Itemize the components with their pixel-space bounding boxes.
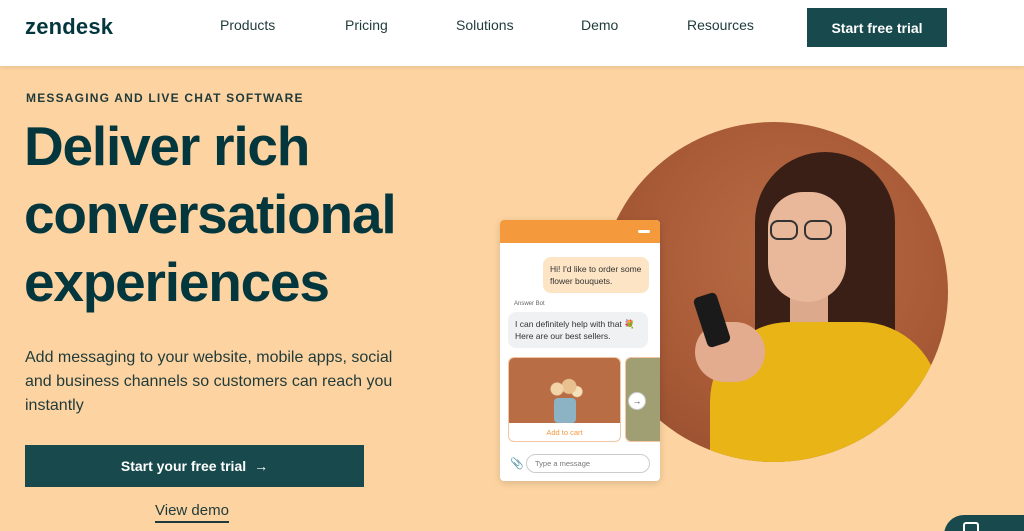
vase-image (554, 398, 576, 423)
user-message-bubble: Hi! I'd like to order some flower bouque… (543, 257, 649, 293)
bot-message-bubble: I can definitely help with that 💐 Here a… (508, 312, 648, 348)
nav-products[interactable]: Products (220, 17, 275, 33)
nav-pricing[interactable]: Pricing (345, 17, 388, 33)
arrow-right-icon: → (254, 458, 269, 474)
minimize-icon[interactable] (638, 230, 650, 233)
headline-line-2: conversational (24, 183, 397, 245)
photo-face (768, 192, 846, 302)
nav-solutions[interactable]: Solutions (456, 17, 514, 33)
zendesk-logo[interactable]: zendesk (25, 14, 113, 40)
chat-launcher-button[interactable] (944, 515, 1024, 531)
glasses-left-lens (770, 220, 798, 240)
bot-label: Answer Bot (514, 301, 545, 307)
start-your-free-trial-label: Start your free trial (120, 458, 247, 474)
chat-icon (963, 522, 979, 531)
nav-resources[interactable]: Resources (687, 17, 754, 33)
hero-subhead: Add messaging to your website, mobile ap… (25, 349, 393, 414)
carousel-next-icon[interactable]: → (628, 392, 646, 410)
headline-line-1: Deliver rich (24, 115, 310, 177)
product-card[interactable]: Add to cart (508, 357, 621, 442)
site-header: zendesk Products Pricing Solutions Demo … (0, 0, 1024, 66)
nav-demo[interactable]: Demo (581, 17, 618, 33)
product-image (509, 358, 620, 423)
hero-headline: Deliver rich conversational experiences (24, 112, 494, 316)
paperclip-icon[interactable]: 📎 (510, 457, 524, 470)
chat-widget-mockup: Hi! I'd like to order some flower bouque… (500, 220, 660, 481)
hero-eyebrow: MESSAGING AND LIVE CHAT SOFTWARE (26, 91, 304, 105)
headline-line-3: experiences (24, 251, 330, 313)
add-to-cart-button[interactable]: Add to cart (509, 423, 620, 441)
message-input[interactable]: Type a message (526, 454, 650, 473)
glasses-right-lens (804, 220, 832, 240)
view-demo-link[interactable]: View demo (155, 502, 229, 523)
start-your-free-trial-button[interactable]: Start your free trial → (25, 445, 364, 487)
start-free-trial-button[interactable]: Start free trial (807, 8, 947, 47)
chat-header (500, 220, 660, 243)
